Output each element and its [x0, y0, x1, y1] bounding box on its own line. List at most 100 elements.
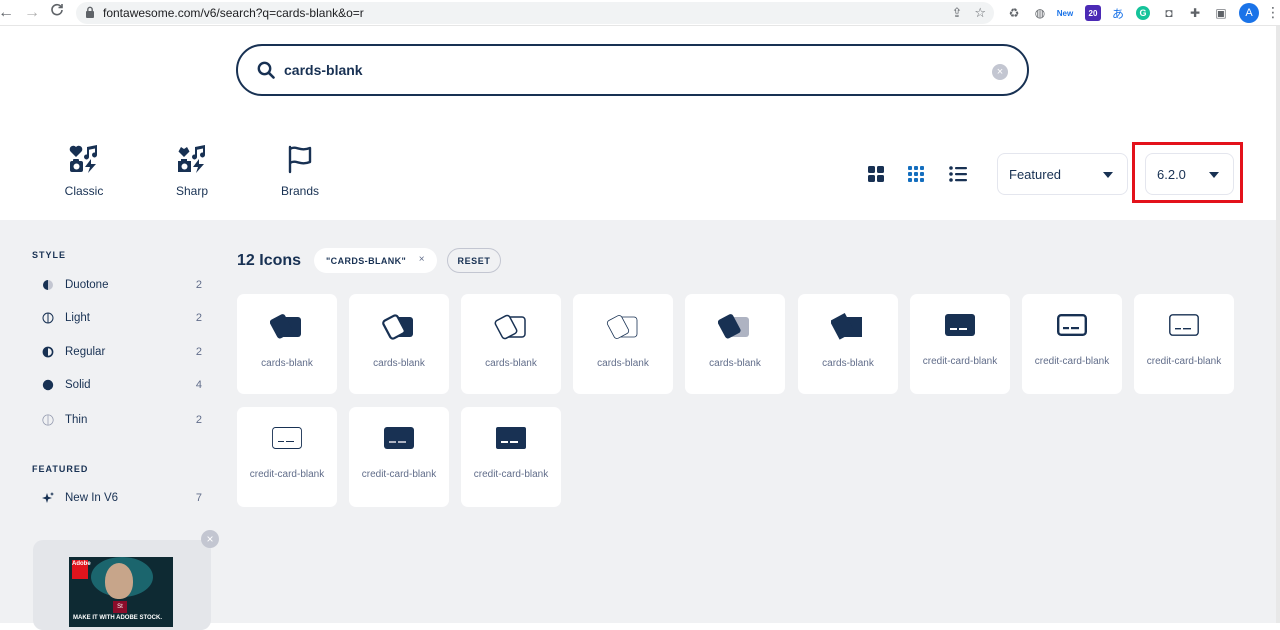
circle-half-regular-icon — [42, 346, 54, 358]
icon-card[interactable]: credit-card-blank — [349, 407, 449, 507]
icon-name: credit-card-blank — [473, 469, 549, 480]
filter-count: 4 — [195, 379, 202, 391]
filter-count: 7 — [195, 492, 202, 504]
icon-name: credit-card-blank — [922, 356, 998, 367]
filter-thin[interactable]: Thin 2 — [42, 413, 202, 431]
credit-card-blank-solid-icon — [910, 310, 1010, 340]
family-sharp[interactable]: Sharp — [152, 142, 232, 198]
credit-card-blank-light-icon — [1134, 310, 1234, 340]
family-classic[interactable]: Classic — [44, 142, 124, 198]
family-label: Sharp — [175, 184, 209, 198]
grid-small-icon — [908, 166, 924, 182]
icon-card[interactable]: cards-blank — [237, 294, 337, 394]
bookmark-star-icon[interactable]: ☆ — [974, 4, 986, 22]
icon-card[interactable]: cards-blank — [798, 294, 898, 394]
icon-name: credit-card-blank — [1034, 356, 1110, 367]
reset-button[interactable]: RESET — [447, 248, 501, 273]
url-text: fontawesome.com/v6/search?q=cards-blank&… — [103, 6, 364, 20]
puzzle-icon[interactable]: ✚ — [1185, 3, 1205, 23]
filter-solid[interactable]: Solid 4 — [42, 378, 202, 396]
icon-name: credit-card-blank — [361, 469, 437, 480]
small-grid-view-button[interactable] — [905, 163, 927, 185]
icon-card[interactable]: cards-blank — [685, 294, 785, 394]
ad-tagline: MAKE IT WITH ADOBE STOCK. — [73, 615, 162, 621]
icon-name: cards-blank — [373, 358, 425, 369]
address-bar[interactable]: fontawesome.com/v6/search?q=cards-blank&… — [76, 2, 994, 24]
list-view-button[interactable] — [947, 163, 969, 185]
icon-card[interactable]: cards-blank — [349, 294, 449, 394]
back-icon[interactable]: ← — [0, 3, 16, 23]
ad-face-shape — [105, 563, 133, 599]
new-badge-label: New — [1056, 8, 1074, 18]
family-brands[interactable]: Brands — [260, 142, 340, 198]
adobe-logo: Adobe — [72, 560, 91, 579]
icon-card[interactable]: cards-blank — [461, 294, 561, 394]
family-label: Brands — [280, 184, 320, 198]
filter-count: 2 — [195, 312, 202, 324]
ad-image[interactable]: Adobe St MAKE IT WITH ADOBE STOCK. — [69, 557, 173, 627]
large-grid-view-button[interactable] — [865, 163, 887, 185]
filter-new-in-v6[interactable]: New In V6 7 — [42, 491, 202, 509]
filter-label: Duotone — [65, 279, 109, 291]
sidebar-icon[interactable]: ▣ — [1211, 3, 1231, 23]
circle-thin-icon — [42, 414, 54, 426]
sort-select-value: Featured — [1009, 167, 1062, 182]
filter-count: 2 — [195, 279, 202, 291]
search-icon — [257, 61, 275, 79]
recycle-icon[interactable]: ♻ — [1004, 3, 1024, 23]
adobe-stock-badge: St — [113, 601, 127, 613]
reload-icon[interactable] — [47, 3, 67, 23]
scrollbar[interactable] — [1276, 26, 1280, 623]
icon-card[interactable]: credit-card-blank — [237, 407, 337, 507]
filter-count: 2 — [195, 346, 202, 358]
globe-icon[interactable]: ◍ — [1030, 3, 1050, 23]
icon-search-box[interactable]: × — [236, 44, 1029, 96]
icon-name: cards-blank — [261, 358, 313, 369]
chip-label: "CARDS-BLANK" — [326, 256, 407, 266]
icon-card[interactable]: credit-card-blank — [1134, 294, 1234, 394]
filter-duotone[interactable]: Duotone 2 — [42, 278, 202, 296]
forward-icon[interactable]: → — [22, 3, 42, 23]
icon-card[interactable]: credit-card-blank — [1022, 294, 1122, 394]
icon-card[interactable]: credit-card-blank — [461, 407, 561, 507]
icon-name: cards-blank — [597, 358, 649, 369]
grammarly-icon[interactable]: G — [1133, 3, 1153, 23]
clear-search-icon[interactable]: × — [992, 64, 1008, 80]
sharp-family-icon — [152, 142, 232, 176]
icon-name: cards-blank — [709, 358, 761, 369]
camera-icon[interactable]: ◘ — [1159, 3, 1179, 23]
graduation-cap-icon[interactable]: 20 — [1085, 5, 1101, 21]
filter-label: Thin — [65, 414, 88, 426]
flag-icon — [260, 142, 340, 176]
share-icon[interactable]: ⇪ — [951, 4, 962, 22]
cards-blank-duotone-icon — [685, 312, 785, 342]
results-count: 12 Icons — [237, 252, 302, 269]
filter-light[interactable]: Light 2 — [42, 311, 202, 329]
sidebar-ad[interactable]: × Adobe St MAKE IT WITH ADOBE STOCK. — [33, 530, 219, 630]
credit-card-blank-thin-icon — [237, 423, 337, 453]
search-term-chip[interactable]: "CARDS-BLANK" × — [314, 248, 437, 273]
translate-icon[interactable]: あ — [1108, 3, 1128, 23]
chip-close-icon[interactable]: × — [419, 254, 425, 265]
filter-regular[interactable]: Regular 2 — [42, 345, 202, 363]
search-input[interactable] — [284, 62, 964, 78]
adobe-logo-text: Adobe — [72, 561, 91, 567]
featured-section-title: FEATURED — [32, 464, 89, 474]
filter-label: Light — [65, 312, 90, 324]
filter-label: New In V6 — [65, 492, 119, 504]
classic-family-icon — [44, 142, 124, 176]
cards-blank-sharp-icon — [798, 312, 898, 342]
profile-avatar[interactable]: A — [1239, 3, 1259, 23]
cards-blank-light-icon — [461, 312, 561, 342]
icon-card[interactable]: credit-card-blank — [910, 294, 1010, 394]
new-badge[interactable]: New — [1055, 3, 1075, 23]
menu-kebab-icon[interactable]: ⋮ — [1266, 4, 1280, 21]
icon-name: credit-card-blank — [249, 469, 325, 480]
sort-select[interactable]: Featured — [997, 153, 1128, 195]
close-ad-icon[interactable]: × — [201, 530, 219, 548]
chevron-down-icon — [1103, 172, 1113, 178]
icon-card[interactable]: cards-blank — [573, 294, 673, 394]
icon-name: cards-blank — [822, 358, 874, 369]
list-icon — [949, 166, 967, 182]
circle-half-icon — [43, 280, 53, 290]
